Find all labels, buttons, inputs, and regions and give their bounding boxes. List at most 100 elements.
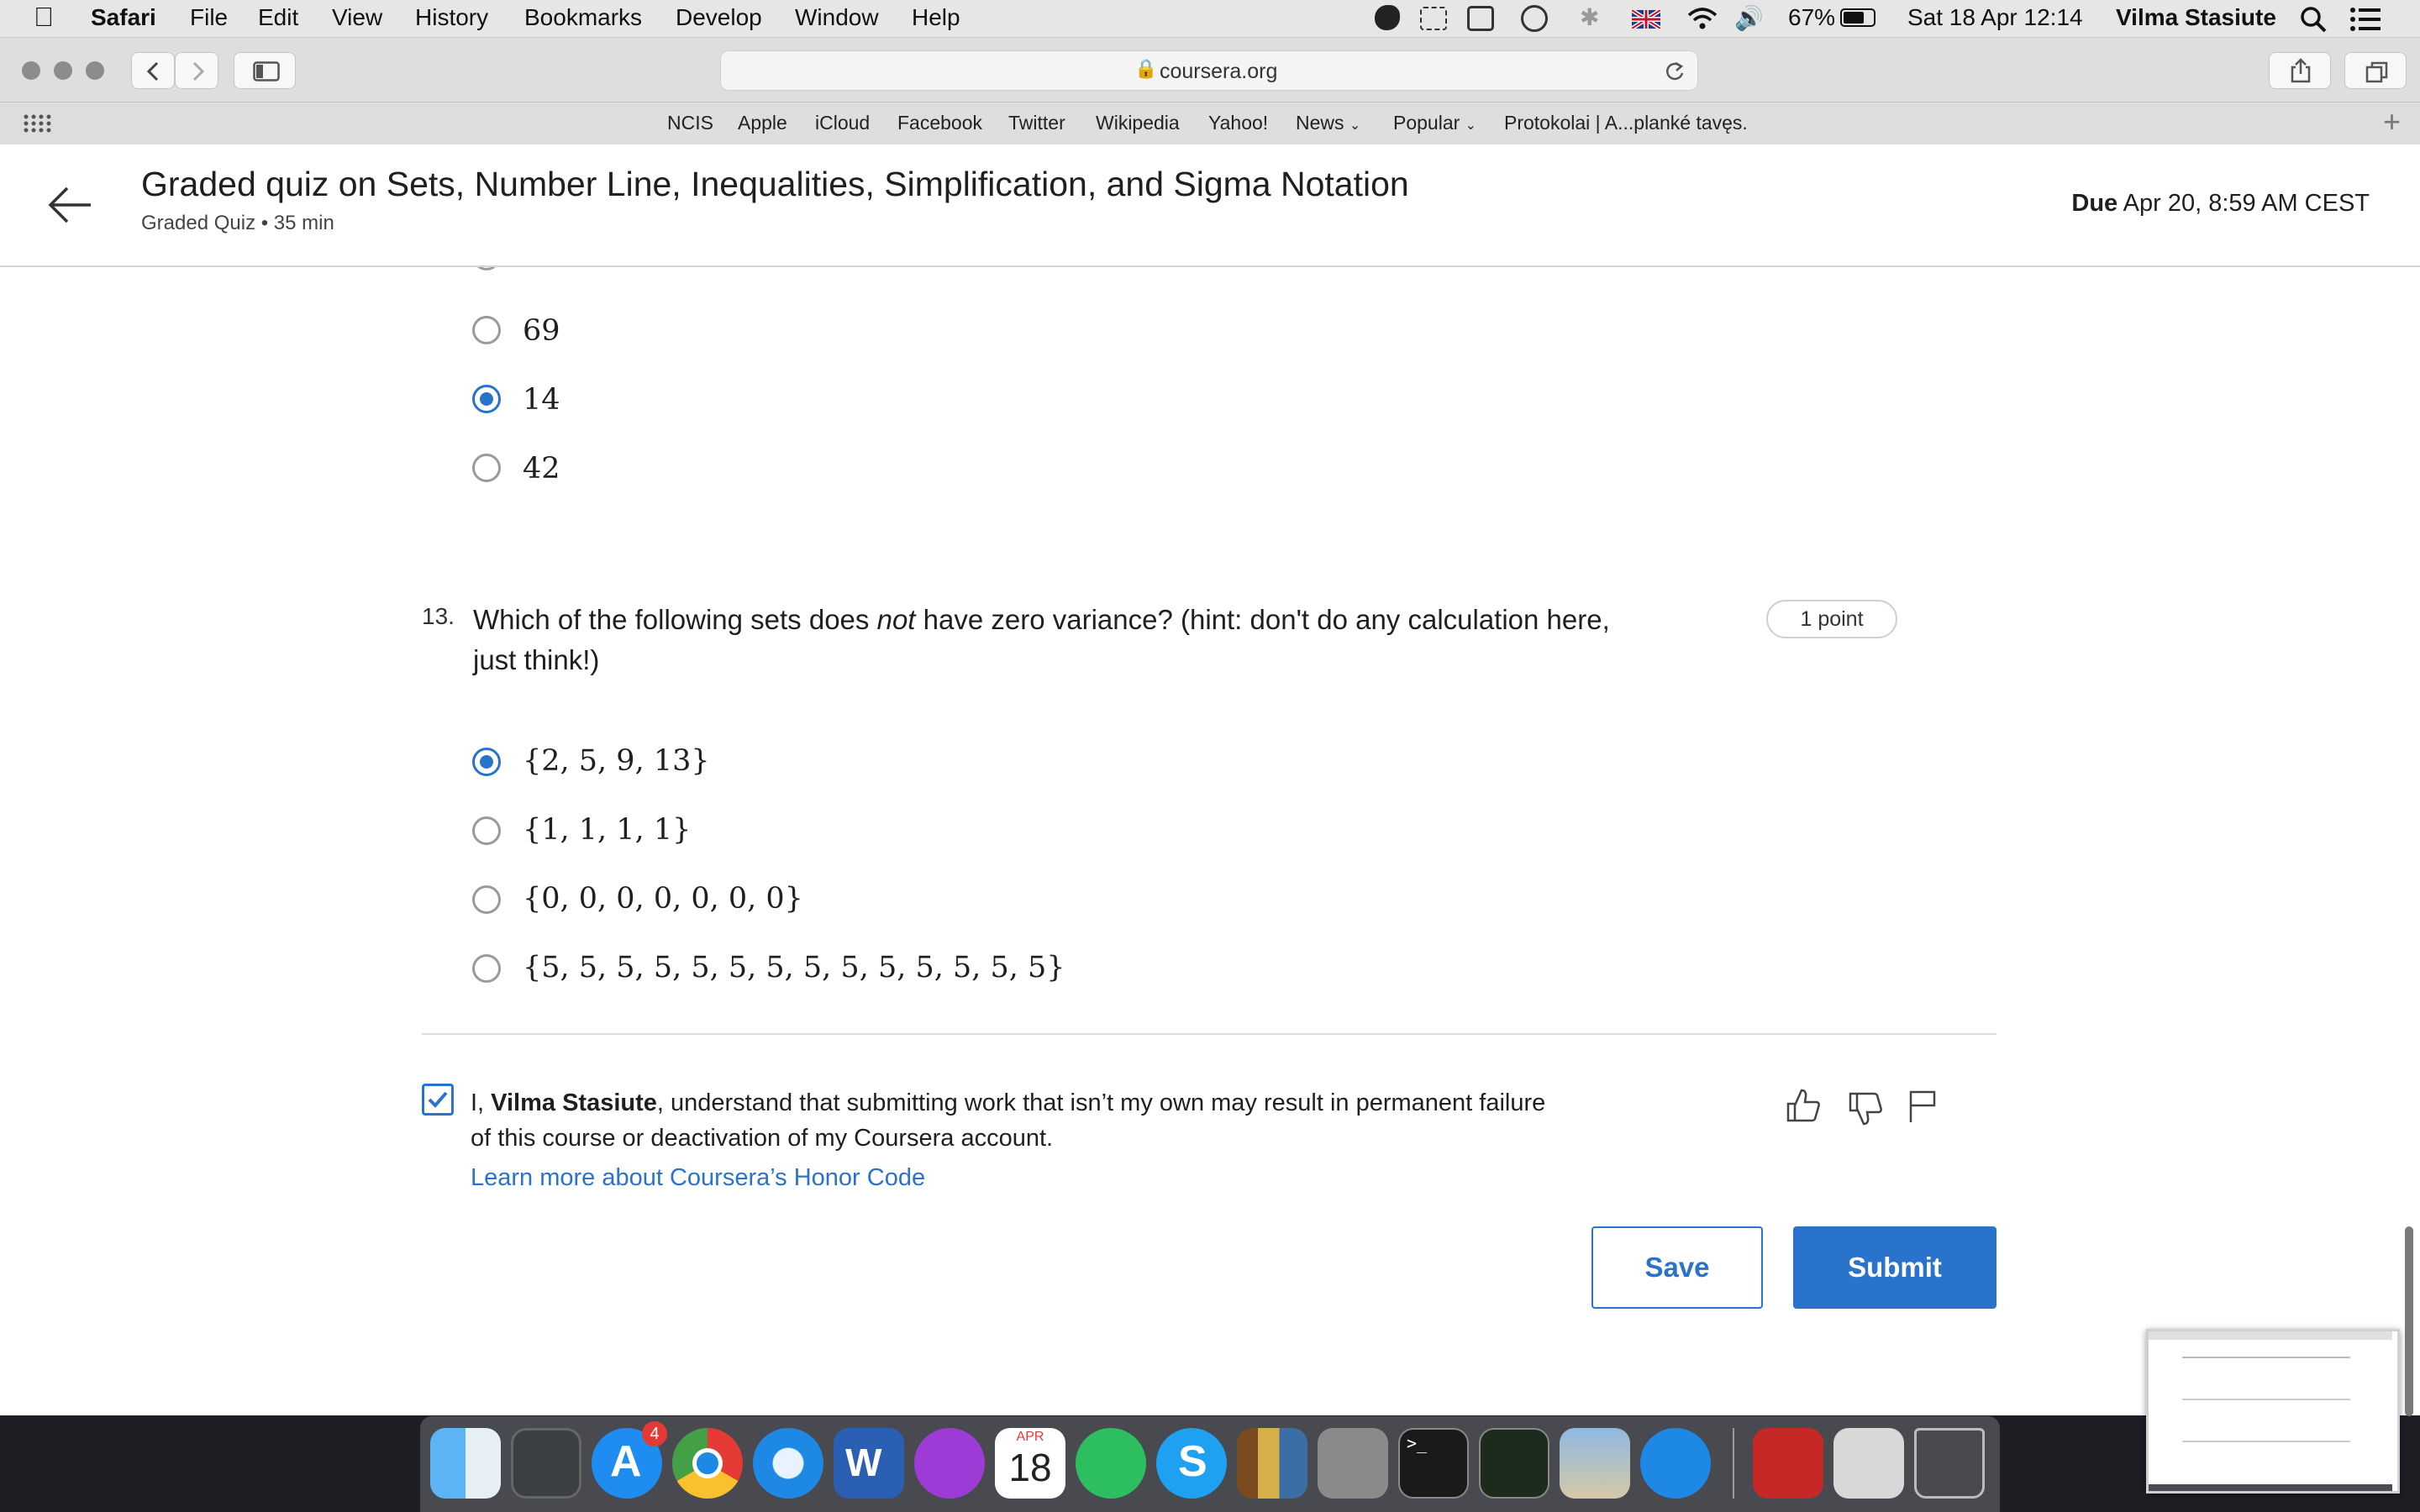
honor-text: I, xyxy=(471,1089,492,1116)
bookmark-folder-news[interactable]: News ⌄ xyxy=(1296,112,1360,134)
sidebar-toggle-button[interactable] xyxy=(234,52,296,89)
menu-window[interactable]: Window xyxy=(795,4,879,31)
answer-radio-selected[interactable] xyxy=(472,748,501,776)
screenshot-icon[interactable] xyxy=(1640,1428,1711,1499)
save-button[interactable]: Save xyxy=(1591,1226,1763,1309)
bluetooth-icon[interactable]: ✱ xyxy=(1580,3,1599,31)
preview-icon[interactable] xyxy=(1560,1428,1630,1499)
bookmark-yahoo[interactable]: Yahoo! xyxy=(1208,112,1268,134)
chevron-down-icon: ⌄ xyxy=(1349,118,1361,133)
display-status-icon[interactable] xyxy=(1467,6,1494,31)
forward-button[interactable] xyxy=(175,52,218,89)
back-button[interactable] xyxy=(131,52,175,89)
screenshot-status-icon[interactable] xyxy=(1420,7,1447,30)
skype-icon[interactable]: S xyxy=(1156,1428,1227,1499)
menubar-clock[interactable]: Sat 18 Apr 12:14 xyxy=(1907,4,2083,31)
thumbnail-line xyxy=(2182,1357,2350,1358)
wifi-icon[interactable] xyxy=(1686,5,1719,32)
spotlight-search-icon[interactable] xyxy=(2299,5,2328,34)
menu-develop[interactable]: Develop xyxy=(676,4,762,31)
bookmark-protokolai[interactable]: Protokolai | A...planké tavęs. xyxy=(1504,112,1748,134)
question-number: 13. xyxy=(422,603,455,629)
safari-icon[interactable] xyxy=(753,1428,823,1499)
new-tab-plus-icon[interactable]: + xyxy=(2383,104,2401,139)
answer-option-text: 42 xyxy=(523,452,560,486)
activity-monitor-icon[interactable] xyxy=(1479,1428,1549,1499)
question-text-part: just think!) xyxy=(473,644,600,675)
thumbs-up-icon[interactable] xyxy=(1785,1087,1822,1124)
podcasts-icon[interactable] xyxy=(914,1428,985,1499)
finder-icon[interactable] xyxy=(430,1428,501,1499)
menu-edit[interactable]: Edit xyxy=(258,4,298,31)
terminal-icon[interactable]: >_ xyxy=(1398,1428,1469,1499)
evernote-status-icon[interactable] xyxy=(1375,5,1400,30)
evernote-icon[interactable] xyxy=(1076,1428,1146,1499)
chevron-right-icon xyxy=(192,61,205,81)
apple-menu-icon[interactable]:  xyxy=(34,2,54,33)
bookmark-wikipedia[interactable]: Wikipedia xyxy=(1096,112,1180,134)
answer-radio[interactable] xyxy=(472,885,501,914)
tabs-overview-button[interactable] xyxy=(2344,52,2407,89)
menu-history[interactable]: History xyxy=(415,4,488,31)
window-close-button[interactable] xyxy=(22,61,40,80)
calendar-icon[interactable]: APR 18 xyxy=(995,1428,1065,1499)
menu-app-name[interactable]: Safari xyxy=(91,4,156,31)
window-minimize-button[interactable] xyxy=(54,61,72,80)
menu-help[interactable]: Help xyxy=(912,4,960,31)
answer-option-text: {5, 5, 5, 5, 5, 5, 5, 5, 5, 5, 5, 5, 5, … xyxy=(523,951,1065,984)
back-arrow-icon[interactable] xyxy=(47,183,94,227)
menu-view[interactable]: View xyxy=(332,4,382,31)
downloads-icon[interactable] xyxy=(1833,1428,1904,1499)
window-zoom-button[interactable] xyxy=(86,61,104,80)
bookmark-apple[interactable]: Apple xyxy=(738,112,787,134)
answer-radio[interactable] xyxy=(472,316,501,344)
answer-radio-selected[interactable] xyxy=(472,385,501,413)
answer-radio[interactable] xyxy=(472,816,501,845)
answer-radio[interactable] xyxy=(472,954,501,983)
checkmark-icon xyxy=(428,1091,448,1108)
page-scrollbar[interactable] xyxy=(2405,1226,2413,1416)
menu-bookmarks[interactable]: Bookmarks xyxy=(524,4,642,31)
notification-center-icon[interactable] xyxy=(2349,7,2381,32)
thumbs-down-icon[interactable] xyxy=(1847,1090,1884,1127)
trash-icon[interactable] xyxy=(1914,1428,1985,1499)
photo-booth-icon[interactable] xyxy=(511,1428,581,1499)
calculator-icon[interactable] xyxy=(1318,1428,1388,1499)
menu-file[interactable]: File xyxy=(190,4,228,31)
volume-icon[interactable]: 🔊 xyxy=(1734,4,1764,32)
calibre-icon[interactable] xyxy=(1237,1428,1307,1499)
uk-flag-icon[interactable] xyxy=(1632,10,1660,29)
section-divider xyxy=(422,1033,1996,1035)
honor-text: , understand that submitting work that i… xyxy=(656,1089,1546,1116)
reload-icon[interactable] xyxy=(1664,60,1686,82)
bookmark-facebook[interactable]: Facebook xyxy=(897,112,982,134)
quiz-content: √14 69 14 42 13. Which of the following … xyxy=(0,239,2420,1410)
url-text: coursera.org xyxy=(1160,60,1278,83)
show-all-bookmarks-icon[interactable] xyxy=(24,114,52,133)
bookmark-ncis[interactable]: NCIS xyxy=(667,112,713,134)
bookmarks-bar: NCIS Apple iCloud Facebook Twitter Wikip… xyxy=(0,102,2420,145)
answer-option-text: 14 xyxy=(523,383,560,417)
share-button[interactable] xyxy=(2269,52,2331,89)
address-bar[interactable]: 🔒 coursera.org xyxy=(720,50,1698,91)
thumbnail-line xyxy=(2182,1399,2350,1400)
flag-icon[interactable] xyxy=(1907,1089,1938,1124)
chrome-icon[interactable] xyxy=(672,1428,743,1499)
bookmark-icloud[interactable]: iCloud xyxy=(815,112,870,134)
bookmark-folder-popular[interactable]: Popular ⌄ xyxy=(1393,112,1476,134)
battery-icon[interactable] xyxy=(1840,8,1876,27)
answer-radio[interactable] xyxy=(472,454,501,482)
acrobat-icon[interactable] xyxy=(1753,1428,1823,1499)
app-store-icon[interactable]: A 4 xyxy=(592,1421,667,1499)
screenshot-thumbnail[interactable] xyxy=(2146,1329,2400,1494)
menubar-user[interactable]: Vilma Stasiute xyxy=(2116,4,2276,31)
bookmark-twitter[interactable]: Twitter xyxy=(1008,112,1065,134)
calendar-month: APR xyxy=(1016,1430,1044,1444)
app-store-badge: 4 xyxy=(642,1421,667,1446)
time-machine-icon[interactable] xyxy=(1521,5,1548,32)
calendar-day: 18 xyxy=(1008,1446,1052,1489)
submit-button[interactable]: Submit xyxy=(1793,1226,1996,1309)
honor-code-checkbox[interactable] xyxy=(422,1084,454,1116)
honor-code-link[interactable]: Learn more about Coursera’s Honor Code xyxy=(471,1164,925,1192)
word-icon[interactable]: W xyxy=(834,1428,904,1499)
